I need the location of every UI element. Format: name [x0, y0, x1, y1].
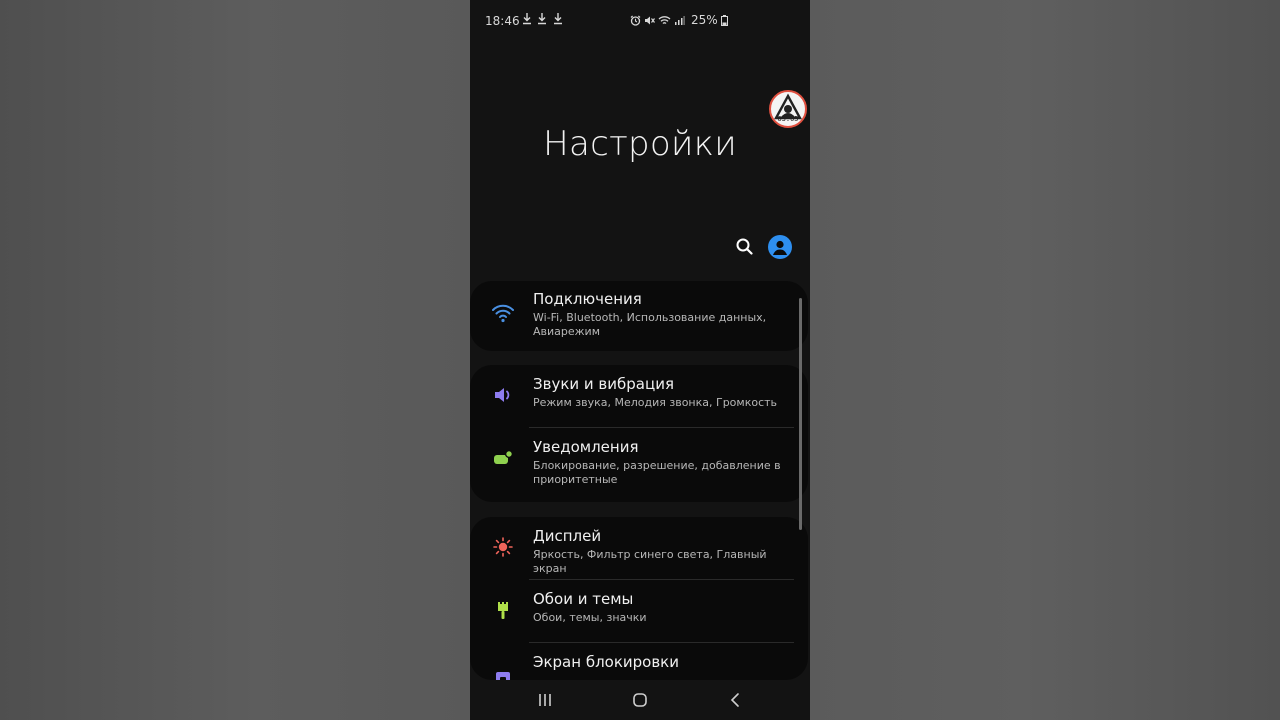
search-icon[interactable]	[734, 236, 756, 258]
item-subtitle: Режим звука, Мелодия звонка, Громкость	[533, 396, 778, 409]
item-title: Экран блокировки	[533, 653, 679, 671]
phone-screen: 18:46 25% Настройки 03:05 Подключения Wi…	[470, 0, 810, 720]
speaker-icon	[495, 388, 510, 402]
download-icon	[554, 13, 562, 25]
sun-icon	[493, 537, 513, 557]
navigation-bar	[470, 680, 810, 720]
lock-screen-icon	[496, 672, 510, 680]
recent-apps-icon[interactable]	[534, 690, 556, 710]
settings-item-wallpapers[interactable]: Обои и темы Обои, темы, значки	[470, 580, 808, 643]
item-subtitle: Wi-Fi, Bluetooth, Использование данных, …	[533, 311, 767, 338]
signal-icon	[675, 15, 685, 25]
settings-group-sound-notifications: Звуки и вибрация Режим звука, Мелодия зв…	[470, 365, 808, 502]
item-title: Дисплей	[533, 527, 602, 545]
settings-item-lock-screen[interactable]: Экран блокировки	[470, 643, 808, 680]
item-subtitle: Обои, темы, значки	[533, 611, 647, 624]
profile-avatar-button[interactable]	[768, 235, 792, 259]
person-icon	[773, 240, 787, 255]
settings-group-connections: Подключения Wi-Fi, Bluetooth, Использова…	[470, 281, 808, 351]
item-subtitle: Яркость, Фильтр синего света, Главный эк…	[533, 548, 767, 575]
notification-icon	[494, 449, 514, 464]
item-title: Звуки и вибрация	[533, 375, 674, 393]
battery-percent: 25%	[691, 13, 718, 27]
item-subtitle: Блокирование, разрешение, добавление в п…	[533, 459, 781, 486]
wifi-status-icon	[658, 15, 671, 24]
battery-icon	[720, 14, 728, 26]
item-title: Подключения	[533, 290, 642, 308]
status-bar: 18:46 25%	[470, 0, 810, 40]
wifi-icon	[492, 304, 514, 323]
download-icon	[523, 13, 531, 25]
settings-item-connections[interactable]: Подключения Wi-Fi, Bluetooth, Использова…	[470, 281, 808, 351]
page-title: Настройки	[543, 124, 737, 164]
item-title: Обои и темы	[533, 590, 634, 608]
download-icon	[538, 13, 546, 25]
scrollbar[interactable]	[799, 298, 802, 530]
settings-item-sounds[interactable]: Звуки и вибрация Режим звука, Мелодия зв…	[470, 365, 808, 428]
alarm-icon	[630, 15, 641, 26]
item-title: Уведомления	[533, 438, 639, 456]
settings-item-notifications[interactable]: Уведомления Блокирование, разрешение, до…	[470, 428, 808, 502]
badge-timer: 03:05	[777, 115, 799, 123]
status-time: 18:46	[485, 14, 520, 28]
back-icon[interactable]	[725, 690, 747, 710]
floating-recorder-badge[interactable]: 03:05	[769, 90, 807, 128]
brush-icon	[498, 602, 508, 619]
settings-group-display: Дисплей Яркость, Фильтр синего света, Гл…	[470, 517, 808, 680]
home-icon[interactable]	[629, 690, 651, 710]
mute-icon	[645, 16, 655, 24]
status-icons: 25%	[630, 13, 728, 27]
settings-item-display[interactable]: Дисплей Яркость, Фильтр синего света, Гл…	[470, 517, 808, 580]
